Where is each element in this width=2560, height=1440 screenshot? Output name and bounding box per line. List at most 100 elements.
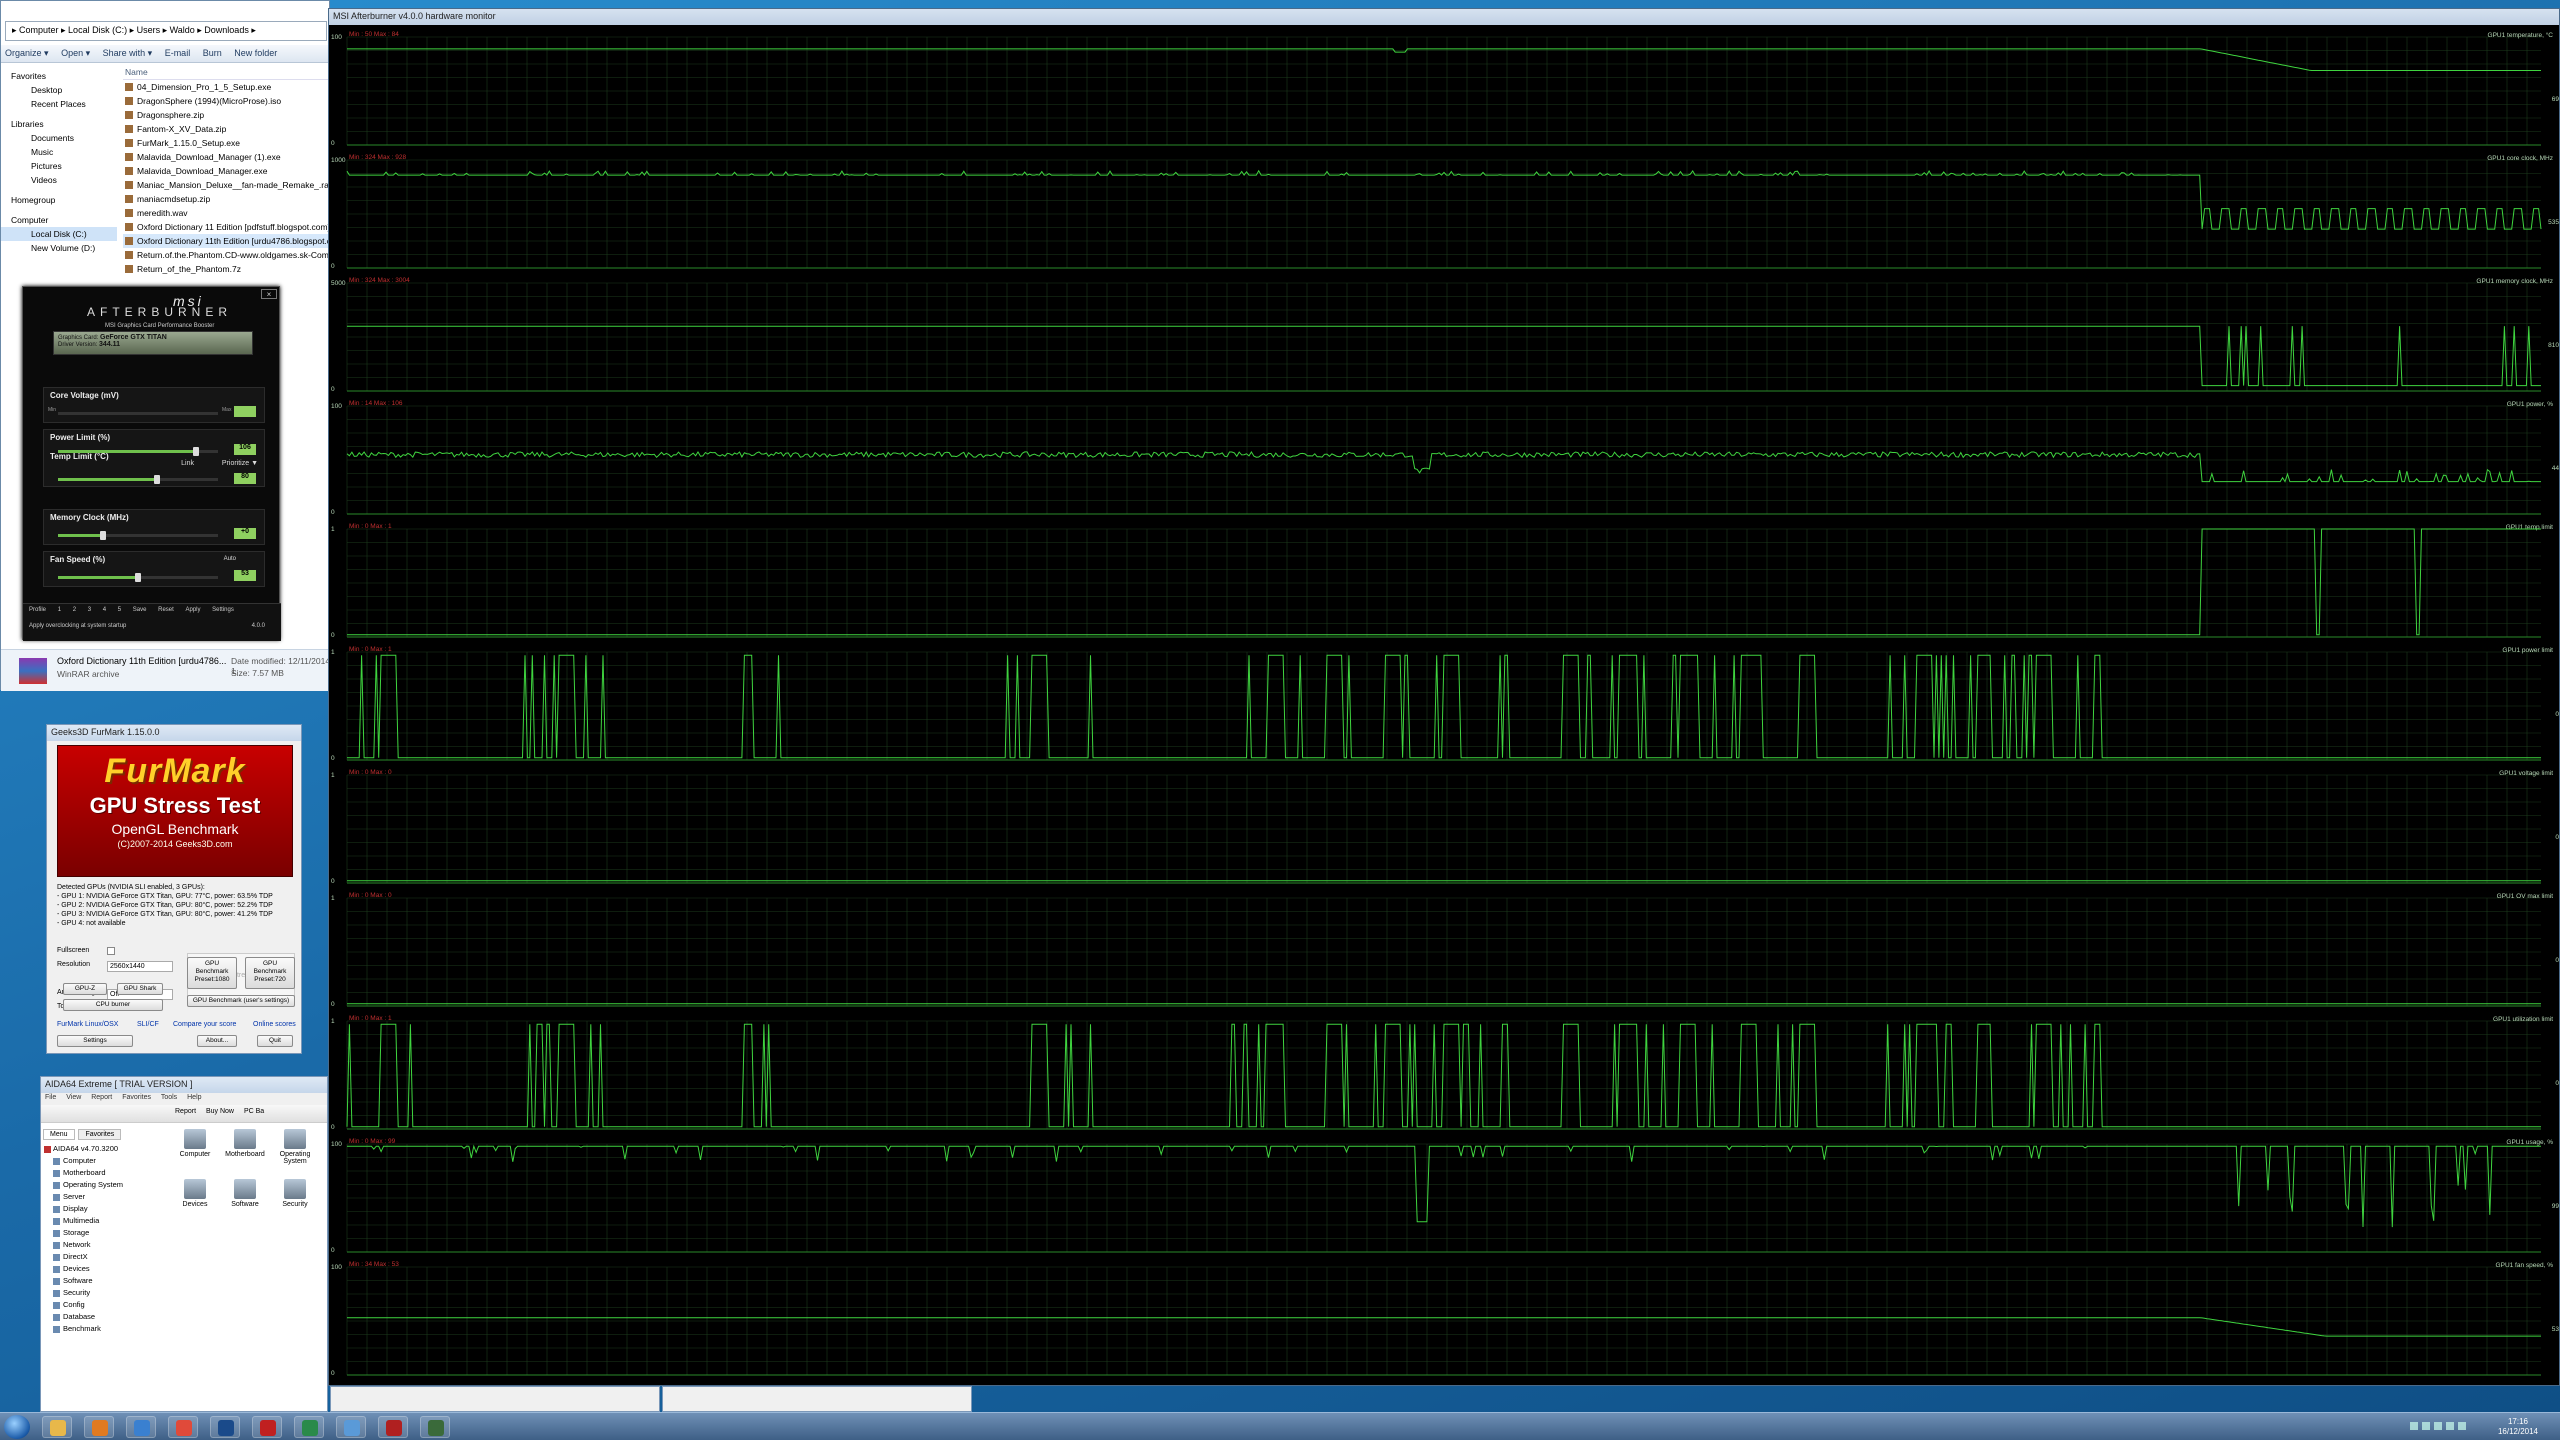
file-item[interactable]: Malavida_Download_Manager (1).exe bbox=[123, 150, 331, 164]
gpushark-button[interactable]: GPU Shark bbox=[117, 983, 163, 995]
file-item[interactable]: DragonSphere (1994)(MicroProse).iso bbox=[123, 94, 331, 108]
motherboard-icon[interactable]: Motherboard bbox=[221, 1129, 269, 1158]
nav-favorites[interactable]: Favorites bbox=[1, 69, 117, 83]
fan-speed-value[interactable]: 53 bbox=[234, 570, 256, 581]
burn-button[interactable]: Burn bbox=[203, 48, 222, 58]
tree-item[interactable]: Storage bbox=[43, 1227, 165, 1239]
tree-item[interactable]: Config bbox=[43, 1299, 165, 1311]
buy-now-button[interactable]: Buy Now bbox=[206, 1108, 234, 1115]
menu-view[interactable]: View bbox=[66, 1094, 81, 1101]
about-button[interactable]: About... bbox=[197, 1035, 237, 1047]
profile-slot-5[interactable]: 5 bbox=[118, 607, 121, 613]
apply-button[interactable]: Apply bbox=[185, 607, 200, 613]
tree-root[interactable]: AIDA64 v4.70.3200 bbox=[43, 1143, 165, 1155]
taskbar-aida64-button[interactable] bbox=[252, 1416, 282, 1438]
taskbar-chrome-button[interactable] bbox=[168, 1416, 198, 1438]
nav-computer[interactable]: Computer bbox=[1, 213, 117, 227]
tree-item[interactable]: Software bbox=[43, 1275, 165, 1287]
menu-help[interactable]: Help bbox=[187, 1094, 201, 1101]
file-item[interactable]: Return.of.the.Phantom.CD-www.oldgames.sk… bbox=[123, 248, 331, 262]
tab-menu[interactable]: Menu bbox=[43, 1129, 75, 1140]
nav-item[interactable]: Documents bbox=[1, 131, 117, 145]
settings-button[interactable]: Settings bbox=[57, 1035, 133, 1047]
benchmark-user-button[interactable]: GPU Benchmark (user's settings) bbox=[187, 995, 295, 1007]
nav-homegroup[interactable]: Homegroup bbox=[1, 193, 117, 207]
open-button[interactable]: Open ▾ bbox=[61, 48, 90, 58]
taskbar-folder-button[interactable] bbox=[42, 1416, 72, 1438]
menu-file[interactable]: File bbox=[45, 1094, 56, 1101]
taskbar-afterburner-button[interactable] bbox=[378, 1416, 408, 1438]
file-item[interactable]: Maniac_Mansion_Deluxe__fan-made_Remake_.… bbox=[123, 178, 331, 192]
organize-button[interactable]: Organize ▾ bbox=[5, 48, 49, 58]
nav-item[interactable]: Pictures bbox=[1, 159, 117, 173]
file-item[interactable]: maniacmdsetup.zip bbox=[123, 192, 331, 206]
reset-button[interactable]: Reset bbox=[158, 607, 174, 613]
tree-item[interactable]: Multimedia bbox=[43, 1215, 165, 1227]
memory-clock-value[interactable]: +0 bbox=[234, 528, 256, 539]
cpu-burner-button[interactable]: CPU burner bbox=[63, 999, 163, 1011]
file-item-selected[interactable]: Oxford Dictionary 11th Edition [urdu4786… bbox=[123, 234, 331, 248]
core-voltage-value[interactable] bbox=[234, 406, 256, 417]
online-scores-link[interactable]: Online scores bbox=[253, 1021, 296, 1028]
compare-score-link[interactable]: Compare your score bbox=[173, 1021, 236, 1028]
benchmark-720-button[interactable]: GPU Benchmark Preset:720 bbox=[245, 957, 295, 989]
profile-slot-1[interactable]: 1 bbox=[58, 607, 61, 613]
nav-item[interactable]: Videos bbox=[1, 173, 117, 187]
menu-tools[interactable]: Tools bbox=[161, 1094, 177, 1101]
menu-favorites[interactable]: Favorites bbox=[122, 1094, 151, 1101]
file-item[interactable]: Malavida_Download_Manager.exe bbox=[123, 164, 331, 178]
tree-item[interactable]: DirectX bbox=[43, 1251, 165, 1263]
gpuz-button[interactable]: GPU-Z bbox=[63, 983, 107, 995]
temp-limit-slider[interactable] bbox=[58, 475, 218, 484]
file-item[interactable]: Dragonsphere.zip bbox=[123, 108, 331, 122]
file-item[interactable]: 04_Dimension_Pro_1_5_Setup.exe bbox=[123, 80, 331, 94]
profile-slot-4[interactable]: 4 bbox=[103, 607, 106, 613]
slider-knob[interactable] bbox=[192, 447, 199, 456]
pc-backup-button[interactable]: PC Ba bbox=[244, 1108, 264, 1115]
temp-limit-value[interactable]: 80 bbox=[234, 473, 256, 484]
report-button[interactable]: Report bbox=[175, 1108, 196, 1115]
close-icon[interactable]: × bbox=[261, 289, 277, 299]
new-folder-button[interactable]: New folder bbox=[234, 48, 277, 58]
quit-button[interactable]: Quit bbox=[257, 1035, 293, 1047]
fan-speed-slider[interactable] bbox=[58, 573, 218, 582]
tree-item[interactable]: Database bbox=[43, 1311, 165, 1323]
slider-knob[interactable] bbox=[135, 573, 141, 582]
tab-favorites[interactable]: Favorites bbox=[78, 1129, 122, 1140]
taskbar-monitor-button[interactable] bbox=[420, 1416, 450, 1438]
aida64-window[interactable]: AIDA64 Extreme [ TRIAL VERSION ] File Vi… bbox=[40, 1076, 328, 1412]
tree-item[interactable]: Devices bbox=[43, 1263, 165, 1275]
clock[interactable]: 17:16 16/12/2014 bbox=[2498, 1417, 2538, 1437]
tree-item[interactable]: Server bbox=[43, 1191, 165, 1203]
slicf-link[interactable]: SLI/CF bbox=[137, 1021, 159, 1028]
file-item[interactable]: Fantom-X_XV_Data.zip bbox=[123, 122, 331, 136]
power-limit-value[interactable]: 106 bbox=[234, 444, 256, 455]
startup-checkbox[interactable]: Apply overclocking at system startup bbox=[29, 623, 126, 629]
hardware-monitor-window[interactable]: MSI Afterburner v4.0.0 hardware monitor … bbox=[328, 8, 2560, 1386]
tree-item[interactable]: Computer bbox=[43, 1155, 165, 1167]
taskbar-evga-button[interactable] bbox=[294, 1416, 324, 1438]
security-icon[interactable]: Security bbox=[271, 1179, 319, 1208]
taskbar-media-button[interactable] bbox=[84, 1416, 114, 1438]
menu-report[interactable]: Report bbox=[91, 1094, 112, 1101]
benchmark-1080-button[interactable]: GPU Benchmark Preset:1080 bbox=[187, 957, 237, 989]
profile-slot-2[interactable]: 2 bbox=[73, 607, 76, 613]
tree-item[interactable]: Benchmark bbox=[43, 1323, 165, 1335]
nav-item[interactable]: New Volume (D:) bbox=[1, 241, 117, 255]
start-button[interactable] bbox=[4, 1415, 30, 1439]
address-bar[interactable]: ▸ Computer ▸ Local Disk (C:) ▸ Users ▸ W… bbox=[5, 21, 327, 41]
file-item[interactable]: FurMark_1.15.0_Setup.exe bbox=[123, 136, 331, 150]
taskbar-explorer-button[interactable] bbox=[126, 1416, 156, 1438]
tree-item[interactable]: Security bbox=[43, 1287, 165, 1299]
column-header-name[interactable]: Name bbox=[123, 65, 331, 80]
core-voltage-slider[interactable] bbox=[58, 412, 218, 415]
fullscreen-checkbox[interactable] bbox=[107, 947, 115, 955]
nav-libraries[interactable]: Libraries bbox=[1, 117, 117, 131]
operating-system-icon[interactable]: Operating System bbox=[271, 1129, 319, 1165]
nav-item[interactable]: Local Disk (C:) bbox=[1, 227, 117, 241]
furmark-window[interactable]: Geeks3D FurMark 1.15.0.0 FurMark GPU Str… bbox=[46, 724, 302, 1054]
tree-item[interactable]: Display bbox=[43, 1203, 165, 1215]
profile-slot-3[interactable]: 3 bbox=[88, 607, 91, 613]
link-toggle[interactable]: Link bbox=[181, 460, 194, 467]
memory-clock-slider[interactable] bbox=[58, 531, 218, 540]
